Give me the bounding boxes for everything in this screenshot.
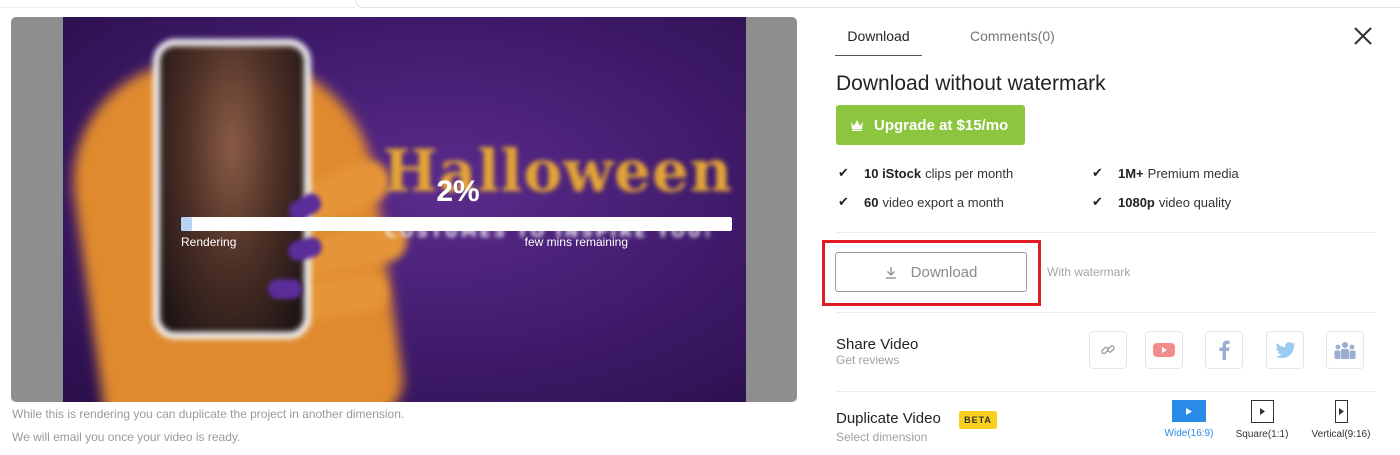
- dimension-wide[interactable]: Wide(16:9): [1160, 400, 1218, 439]
- email-note: We will email you once your video is rea…: [12, 430, 241, 444]
- watermark-note: With watermark: [1047, 265, 1131, 279]
- video-frame: Halloween COSTUMES TO INSPIRE YOU! 2% Re…: [63, 17, 746, 402]
- panel-title: Download without watermark: [836, 72, 1106, 95]
- feature-item: ✔ 60 video export a month: [838, 194, 1004, 210]
- facebook-icon: [1219, 340, 1230, 360]
- duplicate-title: Duplicate Video: [836, 410, 941, 427]
- feature-text: clips per month: [925, 165, 1014, 181]
- team-icon: [1334, 342, 1356, 359]
- upgrade-label: Upgrade at $15/mo: [874, 116, 1009, 134]
- feature-highlight: 1M+: [1118, 165, 1144, 181]
- feature-text: Premium media: [1147, 165, 1239, 181]
- close-button[interactable]: [1352, 25, 1374, 47]
- feature-item: ✔ 1M+ Premium media: [1092, 165, 1239, 181]
- download-label: Download: [910, 263, 978, 281]
- nail-image: [268, 279, 302, 299]
- dimension-label: Wide(16:9): [1164, 428, 1214, 439]
- feature-highlight: 10 iStock: [864, 165, 922, 181]
- beta-badge: BETA: [959, 411, 997, 429]
- crown-icon: [851, 120, 863, 131]
- check-icon: ✔: [1092, 165, 1103, 180]
- twitter-icon: [1276, 342, 1295, 358]
- dimension-label: Square(1:1): [1235, 429, 1289, 440]
- dimension-vertical[interactable]: Vertical(9:16): [1307, 400, 1375, 440]
- dimension-square[interactable]: Square(1:1): [1232, 400, 1292, 440]
- divider: [836, 232, 1376, 233]
- share-twitter-button[interactable]: [1266, 331, 1304, 369]
- check-icon: ✔: [838, 165, 849, 180]
- close-icon: [1354, 27, 1372, 45]
- top-divider-left: [0, 0, 355, 8]
- feature-highlight: 1080p: [1118, 194, 1155, 210]
- check-icon: ✔: [838, 194, 849, 209]
- divider: [836, 391, 1376, 392]
- video-preview: Halloween COSTUMES TO INSPIRE YOU! 2% Re…: [11, 17, 797, 402]
- progress-percent: 2%: [436, 175, 480, 208]
- top-divider: [355, 0, 1400, 8]
- progress-fill: [181, 217, 193, 231]
- progress-bar: [181, 217, 732, 231]
- time-remaining-label: few mins remaining: [524, 235, 628, 249]
- square-icon: [1250, 400, 1274, 423]
- share-youtube-button[interactable]: [1145, 331, 1183, 369]
- share-team-button[interactable]: [1326, 331, 1364, 369]
- download-button[interactable]: Download: [835, 252, 1027, 292]
- share-subtitle: Get reviews: [836, 353, 900, 367]
- rendering-note: While this is rendering you can duplicat…: [12, 407, 405, 421]
- check-icon: ✔: [1092, 194, 1103, 209]
- dimension-label: Vertical(9:16): [1311, 429, 1371, 440]
- tab-download[interactable]: Download: [835, 28, 922, 56]
- feature-item: ✔ 1080p video quality: [1092, 194, 1231, 210]
- link-icon: [1101, 345, 1115, 355]
- tab-comments[interactable]: Comments(0): [970, 28, 1055, 44]
- vertical-icon: [1334, 400, 1348, 423]
- divider: [836, 312, 1376, 313]
- download-icon: [885, 266, 896, 279]
- upgrade-button[interactable]: Upgrade at $15/mo: [836, 105, 1025, 145]
- duplicate-subtitle: Select dimension: [836, 430, 928, 444]
- feature-text: video export a month: [882, 194, 1004, 210]
- share-title: Share Video: [836, 336, 919, 353]
- share-link-button[interactable]: [1089, 331, 1127, 369]
- wide-icon: [1172, 400, 1206, 422]
- youtube-icon: [1153, 343, 1175, 357]
- feature-highlight: 60: [864, 194, 879, 210]
- share-facebook-button[interactable]: [1205, 331, 1243, 369]
- feature-item: ✔ 10 iStock clips per month: [838, 165, 1013, 181]
- rendering-label: Rendering: [181, 235, 237, 249]
- feature-text: video quality: [1158, 194, 1232, 210]
